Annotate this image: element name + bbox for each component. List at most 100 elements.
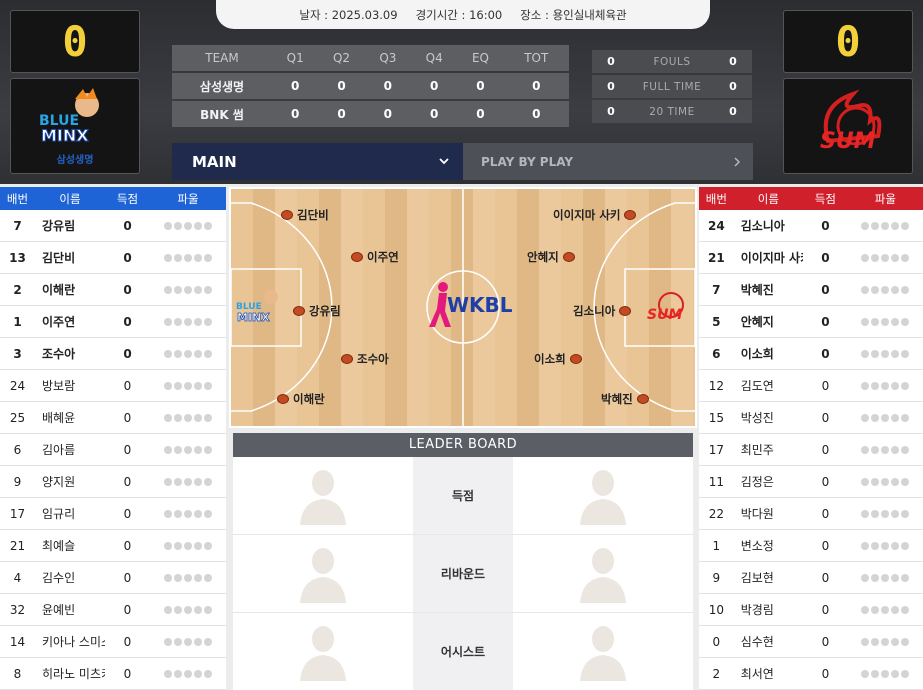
foul-dot xyxy=(164,317,172,326)
away-player-row[interactable]: 22 박다원 0 xyxy=(699,498,923,530)
home-player-row[interactable]: 32 윤예빈 0 xyxy=(0,594,226,626)
avatar-placeholder-icon xyxy=(300,469,346,525)
away-court-player[interactable]: 김소니아 xyxy=(573,303,632,319)
court-player-name: 강유림 xyxy=(309,304,341,318)
foul-dot xyxy=(204,349,212,358)
home-court-player[interactable]: 조수아 xyxy=(341,351,389,367)
player-name: 최민주 xyxy=(740,443,774,457)
score-cell: 0 xyxy=(364,101,412,127)
basketball-icon xyxy=(569,354,582,364)
home-court-player[interactable]: 김단비 xyxy=(281,207,329,223)
away-court-player[interactable]: 이소희 xyxy=(534,351,582,367)
foul-indicator xyxy=(150,221,226,230)
home-player-row[interactable]: 24 방보람 0 xyxy=(0,370,226,402)
away-player-row[interactable]: 10 박경림 0 xyxy=(699,594,923,626)
home-court-player[interactable]: 이해란 xyxy=(277,391,325,407)
foul-dot xyxy=(164,221,172,230)
court-player-name: 안혜지 xyxy=(527,250,559,264)
away-player-row[interactable]: 11 김정은 0 xyxy=(699,466,923,498)
home-team-logo-box: BLUE MINX 삼성생명 xyxy=(10,78,140,174)
away-court-player[interactable]: 안혜지 xyxy=(527,249,575,265)
away-court-player[interactable]: 박혜진 xyxy=(601,391,649,407)
away-player-row[interactable]: 21 이이지마 사키 0 xyxy=(699,242,923,274)
main-view-select[interactable]: MAIN xyxy=(172,143,463,180)
foul-dot xyxy=(861,221,870,230)
away-player-row[interactable]: 24 김소니아 0 xyxy=(699,210,923,242)
foul-dot xyxy=(901,349,910,358)
scoreboard-header: 날자 : 2025.03.09 경기시간 : 16:00 장소 : 용인실내체육… xyxy=(0,0,923,184)
away-player-row[interactable]: 6 이소희 0 xyxy=(699,338,923,370)
foul-dot xyxy=(174,477,182,486)
home-player-row[interactable]: 1 이주연 0 xyxy=(0,306,226,338)
away-player-row[interactable]: 1 변소정 0 xyxy=(699,530,923,562)
wkbl-text: WKBL xyxy=(447,293,513,317)
foul-dot xyxy=(194,509,202,518)
foul-dot xyxy=(174,381,182,390)
home-court-player[interactable]: 이주연 xyxy=(351,249,399,265)
away-court-player[interactable]: 이이지마 사키 xyxy=(553,207,637,223)
home-player-row[interactable]: 8 히라노 미츠키 0 xyxy=(0,658,226,690)
away-player-row[interactable]: 9 김보현 0 xyxy=(699,562,923,594)
player-name: 박다원 xyxy=(740,507,774,521)
foul-indicator xyxy=(150,381,226,390)
player-points: 0 xyxy=(123,410,132,425)
away-player-row[interactable]: 7 박혜진 0 xyxy=(699,274,923,306)
foul-dot xyxy=(881,349,890,358)
home-player-row[interactable]: 25 배혜윤 0 xyxy=(0,402,226,434)
home-player-row[interactable]: 7 강유림 0 xyxy=(0,210,226,242)
score-cell: 0 xyxy=(318,73,365,99)
player-points: 0 xyxy=(123,282,132,297)
foul-dot xyxy=(184,637,192,646)
foul-dot xyxy=(174,573,182,582)
player-number: 2 xyxy=(712,666,721,681)
home-court-player[interactable]: 강유림 xyxy=(293,303,341,319)
home-player-row[interactable]: 2 이해란 0 xyxy=(0,274,226,306)
leader-board: LEADER BOARD 득점 리바운드 어시스트 xyxy=(233,433,693,690)
away-player-row[interactable]: 5 안혜지 0 xyxy=(699,306,923,338)
foul-dot xyxy=(174,541,182,550)
home-player-row[interactable]: 13 김단비 0 xyxy=(0,242,226,274)
foul-dot xyxy=(871,285,880,294)
foul-dot xyxy=(164,605,172,614)
foul-dot xyxy=(891,573,900,582)
foul-dot xyxy=(204,317,212,326)
bnk-sum-court-logo: SUM xyxy=(647,292,684,323)
foul-dot xyxy=(184,285,192,294)
player-points: 0 xyxy=(821,634,830,649)
player-number: 17 xyxy=(708,442,724,457)
foul-indicator xyxy=(848,637,923,646)
away-player-row[interactable]: 15 박성진 0 xyxy=(699,402,923,434)
foul-dot xyxy=(194,253,202,262)
home-player-row[interactable]: 3 조수아 0 xyxy=(0,338,226,370)
foul-dot xyxy=(891,637,900,646)
foul-dot xyxy=(861,285,870,294)
away-player-row[interactable]: 17 최민주 0 xyxy=(699,434,923,466)
leader-avatar xyxy=(513,613,693,690)
foul-indicator xyxy=(150,637,226,646)
foul-indicator xyxy=(848,413,923,422)
home-player-row[interactable]: 21 최예슬 0 xyxy=(0,530,226,562)
player-points: 0 xyxy=(821,218,830,233)
court-player-name: 조수아 xyxy=(357,352,389,366)
leader-avatar xyxy=(513,457,693,534)
home-player-row[interactable]: 4 김수인 0 xyxy=(0,562,226,594)
foul-indicator xyxy=(150,445,226,454)
foul-dot xyxy=(881,605,890,614)
away-player-row[interactable]: 0 심수현 0 xyxy=(699,626,923,658)
away-player-row[interactable]: 2 최서연 0 xyxy=(699,658,923,690)
home-player-row[interactable]: 14 키아나 스미스 0 xyxy=(0,626,226,658)
player-name: 방보람 xyxy=(42,379,76,393)
basketball-icon xyxy=(293,306,305,316)
player-number: 15 xyxy=(708,410,724,425)
home-player-row[interactable]: 9 양지원 0 xyxy=(0,466,226,498)
home-player-row[interactable]: 17 임규리 0 xyxy=(0,498,226,530)
foul-dot xyxy=(164,541,172,550)
play-by-play-tab[interactable]: PLAY BY PLAY xyxy=(463,143,753,180)
foul-dot xyxy=(174,221,182,230)
away-player-row[interactable]: 12 김도연 0 xyxy=(699,370,923,402)
player-number: 2 xyxy=(13,282,22,297)
score-cell: 0 xyxy=(457,101,504,127)
player-number: 32 xyxy=(9,602,26,617)
home-player-row[interactable]: 6 김아름 0 xyxy=(0,434,226,466)
player-points: 0 xyxy=(821,474,830,489)
